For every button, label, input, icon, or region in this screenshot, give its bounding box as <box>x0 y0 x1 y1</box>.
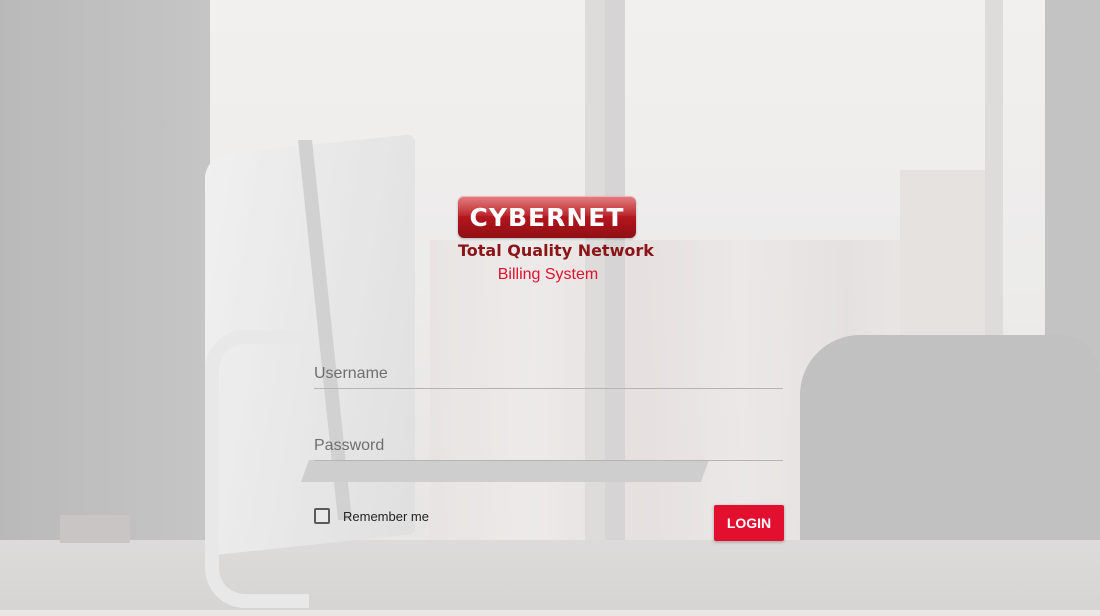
logo-badge: CYBERNET <box>458 196 636 238</box>
remember-me-checkbox[interactable] <box>314 508 330 524</box>
password-field <box>314 434 783 461</box>
brand-logo: CYBERNET Total Quality Network <box>458 196 654 260</box>
remember-me[interactable]: Remember me <box>314 508 429 524</box>
logo-text: CYBERNET <box>469 202 625 232</box>
password-input[interactable] <box>314 434 783 458</box>
login-page: CYBERNET Total Quality Network Billing S… <box>0 0 1100 616</box>
logo-tagline: Total Quality Network <box>458 241 654 260</box>
background-photo <box>0 0 1100 616</box>
username-field <box>314 362 783 389</box>
username-input[interactable] <box>314 362 783 386</box>
remember-me-label: Remember me <box>343 508 429 524</box>
page-subtitle: Billing System <box>497 266 599 283</box>
login-button[interactable]: LOGIN <box>714 505 784 541</box>
